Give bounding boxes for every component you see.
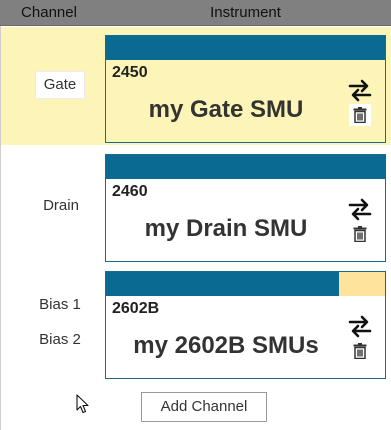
channel-label-gate[interactable]: Gate <box>35 71 85 99</box>
trash-icon[interactable] <box>349 340 371 362</box>
channel-label-bias-1[interactable]: Bias 1 <box>29 296 91 316</box>
mouse-pointer-icon <box>76 394 90 414</box>
channel-label-drain[interactable]: Drain <box>31 197 91 217</box>
swap-arrows-icon[interactable] <box>346 78 374 102</box>
instrument-name: my Drain SMU <box>144 215 308 242</box>
table-header: Channel Instrument <box>0 0 391 26</box>
instrument-column-header: Instrument <box>210 4 281 21</box>
swap-arrows-icon[interactable] <box>346 197 374 221</box>
card-header-bar <box>106 155 385 179</box>
instrument-model: 2460 <box>112 183 148 200</box>
channel-label-bias-2[interactable]: Bias 2 <box>29 331 91 351</box>
add-channel-button[interactable]: Add Channel <box>141 392 267 422</box>
channel-row-drain[interactable]: Drain 2460 my Drain SMU <box>1 146 391 264</box>
instrument-card-2602b[interactable]: 2602B my 2602B SMUs <box>105 271 386 379</box>
swap-arrows-icon[interactable] <box>346 314 374 338</box>
channel-row-bias[interactable]: Bias 1 Bias 2 2602B my 2602B SMUs <box>1 265 391 383</box>
instrument-card-drain[interactable]: 2460 my Drain SMU <box>105 154 386 262</box>
card-header-bar <box>106 36 385 60</box>
instrument-name: my 2602B SMUs <box>133 332 319 359</box>
card-header-secondary-slot <box>339 272 385 296</box>
instrument-name: my Gate SMU <box>148 96 304 123</box>
channel-row-gate[interactable]: Gate 2450 my Gate SMU <box>1 27 391 145</box>
instrument-model: 2450 <box>112 64 148 81</box>
instrument-card-gate[interactable]: 2450 my Gate SMU <box>105 35 386 143</box>
card-header-bar <box>106 272 339 296</box>
trash-icon[interactable] <box>349 223 371 245</box>
trash-icon[interactable] <box>349 104 371 126</box>
channel-column-header: Channel <box>21 4 77 21</box>
instrument-model: 2602B <box>112 300 160 317</box>
